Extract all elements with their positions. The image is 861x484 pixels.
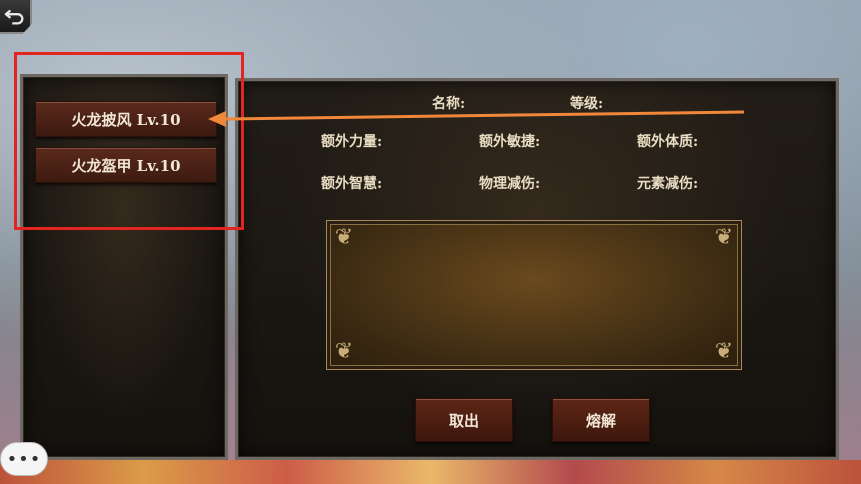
description-frame: ❦ ❦ ❦ ❦ <box>326 220 742 370</box>
background-strip <box>0 460 861 484</box>
stat-physical-reduction: 物理减伤: <box>479 176 541 192</box>
ornament-icon: ❦ <box>714 225 734 250</box>
ornament-icon: ❦ <box>714 339 734 364</box>
smelt-label: 熔解 <box>585 411 616 430</box>
back-arrow-icon <box>4 9 24 25</box>
back-button[interactable] <box>0 0 32 34</box>
smelt-button[interactable]: 熔解 <box>552 398 650 442</box>
chat-dots-icon: ••• <box>6 448 42 470</box>
stat-agility: 额外敏捷: <box>479 134 541 150</box>
stat-wisdom: 额外智慧: <box>321 176 383 192</box>
highlight-box <box>14 52 244 230</box>
take-out-label: 取出 <box>448 411 479 430</box>
take-out-button[interactable]: 取出 <box>415 398 513 442</box>
ornament-icon: ❦ <box>334 225 354 250</box>
chat-button[interactable]: ••• <box>0 442 48 476</box>
ornament-icon: ❦ <box>334 339 354 364</box>
stat-constitution: 额外体质: <box>637 134 699 150</box>
stat-elemental-reduction: 元素减伤: <box>637 176 699 192</box>
stat-strength: 额外力量: <box>321 134 383 150</box>
arrow-annotation-icon <box>208 110 745 127</box>
